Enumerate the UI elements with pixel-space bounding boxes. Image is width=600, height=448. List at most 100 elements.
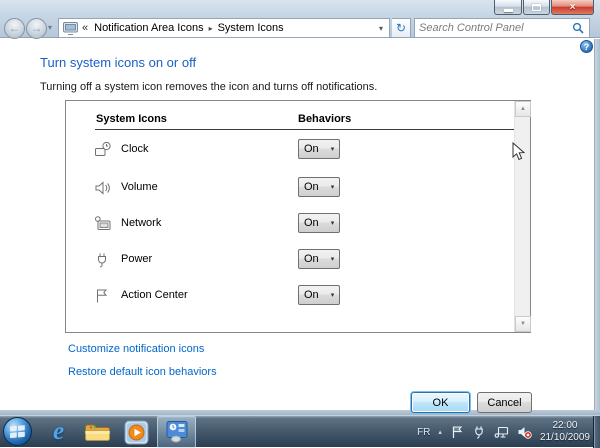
search-icon[interactable]	[572, 22, 585, 35]
row-volume: Volume On ▾	[66, 177, 514, 199]
row-label: Network	[121, 217, 161, 229]
refresh-icon: ↻	[396, 21, 406, 35]
minimize-button[interactable]	[494, 0, 522, 15]
volume-icon	[94, 179, 112, 197]
chevron-down-icon: ▾	[326, 219, 339, 227]
panel-scrollbar[interactable]: ▲ ▼	[514, 101, 530, 332]
dropdown-value: On	[299, 217, 326, 229]
window-frame-right	[594, 39, 600, 410]
maximize-icon	[532, 4, 541, 11]
tray-volume-muted[interactable]	[517, 425, 532, 439]
taskbar-internet-explorer-button[interactable]: e	[40, 416, 77, 448]
page-title: Turn system icons on or off	[40, 55, 196, 70]
chevron-up-icon: ▴	[438, 429, 442, 436]
row-label: Action Center	[121, 289, 188, 301]
dropdown-value: On	[299, 181, 326, 193]
control-panel-mini-icon	[63, 22, 78, 35]
row-power: Power On ▾	[66, 249, 514, 271]
back-button[interactable]: ←	[4, 18, 25, 39]
search-box[interactable]	[414, 18, 590, 38]
scroll-down-icon: ▼	[520, 321, 526, 327]
tray-action-center[interactable]	[450, 425, 464, 439]
chevron-down-icon: ▾	[326, 183, 339, 191]
close-button[interactable]: ×	[551, 0, 594, 15]
behavior-dropdown-network[interactable]: On ▾	[298, 213, 340, 233]
media-player-icon	[124, 420, 149, 445]
history-dropdown[interactable]: ▾	[48, 23, 52, 32]
clock-date: 21/10/2009	[540, 432, 590, 444]
chevron-down-icon: ▾	[326, 291, 339, 299]
close-icon: ×	[570, 2, 576, 13]
breadcrumb-item-system-icons[interactable]: System Icons	[214, 22, 288, 34]
column-header-behaviors: Behaviors	[298, 113, 351, 125]
chevron-down-icon: ▾	[326, 145, 339, 153]
power-plug-icon	[472, 425, 486, 439]
taskbar-media-player-button[interactable]	[118, 416, 155, 448]
control-panel-icon	[165, 420, 189, 444]
forward-icon: →	[31, 21, 43, 35]
back-icon: ←	[9, 21, 21, 35]
row-clock: Clock On ▾	[66, 139, 514, 161]
search-input[interactable]	[419, 22, 572, 34]
header-divider	[95, 129, 514, 130]
caption-buttons: ×	[493, 0, 594, 15]
scroll-up-button[interactable]: ▲	[515, 101, 531, 117]
chevron-down-icon: ▾	[48, 23, 52, 32]
windows-logo-icon	[9, 424, 26, 439]
dropdown-value: On	[299, 143, 326, 155]
tray-network[interactable]	[494, 425, 509, 439]
clock-icon	[94, 141, 112, 159]
breadcrumb-item-notification-area-icons[interactable]: Notification Area Icons	[90, 22, 207, 34]
start-button[interactable]	[3, 417, 32, 446]
column-header-system-icons: System Icons	[96, 113, 167, 125]
tray-power[interactable]	[472, 425, 486, 439]
behavior-dropdown-power[interactable]: On ▾	[298, 249, 340, 269]
show-hidden-icons-button[interactable]: ▴	[438, 428, 442, 436]
network-icon	[494, 425, 509, 439]
folder-icon	[84, 422, 111, 443]
scroll-down-button[interactable]: ▼	[515, 316, 531, 332]
network-icon	[94, 215, 112, 233]
breadcrumb-overflow-icon[interactable]: «	[78, 22, 90, 34]
taskbar-control-panel-button-active[interactable]	[157, 416, 196, 448]
behavior-dropdown-action-center[interactable]: On ▾	[298, 285, 340, 305]
forward-button[interactable]: →	[26, 18, 47, 39]
address-dropdown-icon[interactable]: ▾	[375, 24, 387, 33]
flag-icon	[450, 425, 464, 439]
show-desktop-button[interactable]	[593, 416, 600, 448]
scroll-up-icon: ▲	[520, 106, 526, 112]
page-subtitle: Turning off a system icon removes the ic…	[40, 81, 377, 93]
internet-explorer-icon: e	[53, 419, 64, 445]
minimize-icon	[504, 9, 513, 12]
maximize-button[interactable]	[523, 0, 550, 15]
ok-button[interactable]: OK	[411, 392, 470, 413]
behavior-dropdown-clock[interactable]: On ▾	[298, 139, 340, 159]
help-icon: ?	[584, 42, 590, 52]
clock-time: 22:00	[540, 420, 590, 432]
row-action-center: Action Center On ▾	[66, 285, 514, 307]
link-restore-default-icon-behaviors[interactable]: Restore default icon behaviors	[68, 366, 217, 378]
link-customize-notification-icons[interactable]: Customize notification icons	[68, 343, 204, 355]
row-label: Power	[121, 253, 152, 265]
taskbar: e FR ▴	[0, 415, 600, 447]
volume-mute-icon	[517, 425, 532, 439]
breadcrumb[interactable]: « Notification Area Icons ▸ System Icons…	[58, 18, 390, 38]
help-button[interactable]: ?	[580, 40, 593, 53]
language-indicator[interactable]: FR	[417, 427, 430, 438]
behavior-dropdown-volume[interactable]: On ▾	[298, 177, 340, 197]
taskbar-explorer-button[interactable]	[79, 416, 116, 448]
row-label: Volume	[121, 181, 158, 193]
flag-icon	[94, 287, 112, 305]
cancel-button[interactable]: Cancel	[477, 392, 532, 413]
system-icons-panel: System Icons Behaviors Clock On ▾ Volume…	[65, 100, 531, 333]
row-network: Network On ▾	[66, 213, 514, 235]
window-titlebar[interactable]: × ← → ▾ « Notification Area Icons ▸ Syst…	[0, 0, 600, 38]
dropdown-value: On	[299, 253, 326, 265]
power-icon	[94, 251, 112, 269]
system-tray: FR ▴	[417, 416, 590, 448]
tray-clock[interactable]: 22:00 21/10/2009	[540, 420, 590, 444]
screen: { "window": { "help_glyph": "?", "captio…	[0, 0, 600, 447]
chevron-down-icon: ▾	[326, 255, 339, 263]
refresh-button[interactable]: ↻	[392, 18, 411, 38]
dropdown-value: On	[299, 289, 326, 301]
